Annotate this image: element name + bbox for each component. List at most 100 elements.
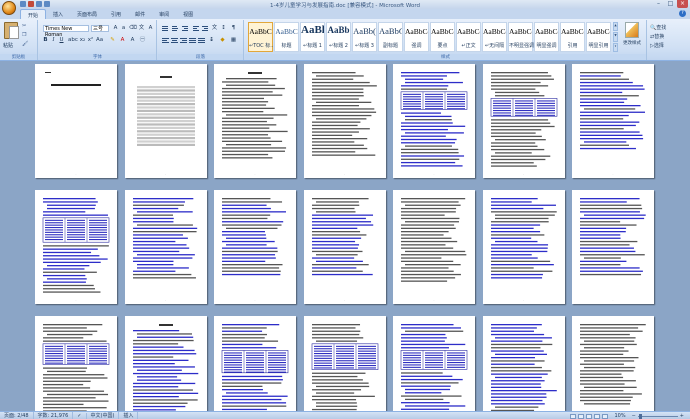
language-indicator[interactable]: 中文(中国) [87, 412, 120, 419]
page-thumbnail[interactable]: · [303, 316, 386, 411]
grow-font-icon[interactable]: A [112, 25, 119, 32]
change-styles-button[interactable]: 更改样式 [621, 40, 643, 46]
align-center-icon[interactable] [170, 37, 178, 44]
style-item[interactable]: AaBbCcD 强调 [404, 22, 429, 52]
insert-mode[interactable]: 插入 [119, 412, 139, 419]
paste-button[interactable]: 粘贴 [3, 42, 13, 49]
bold-button[interactable]: B [42, 37, 49, 44]
page-thumbnail[interactable]: · [124, 190, 207, 304]
style-item[interactable]: AaBbCcD 不明显强调 [508, 22, 534, 52]
style-item[interactable]: AaBb(↵标题 3 [352, 22, 377, 52]
zoom-percent[interactable]: 10% [610, 413, 629, 419]
page-thumbnail[interactable]: · [214, 316, 296, 411]
style-item[interactable]: AaBbCcD ↵正文 [456, 22, 481, 52]
style-item[interactable]: AaBl ↵标题 1 [300, 22, 325, 52]
highlight-icon[interactable]: ✎ [109, 37, 116, 44]
tab-references[interactable]: 引用 [104, 9, 128, 19]
show-marks-icon[interactable]: ¶ [230, 25, 237, 32]
tab-mailings[interactable]: 邮件 [128, 9, 152, 19]
print-layout-view-icon[interactable] [570, 413, 577, 419]
distributed-icon[interactable] [197, 37, 205, 44]
style-item[interactable]: AaBb ↵标题 2 [326, 22, 351, 52]
page-thumbnail[interactable]: · [393, 316, 475, 411]
style-item[interactable]: AaBbCcD 明显强调 [534, 22, 559, 52]
proofing-icon[interactable]: ✓ [73, 412, 87, 419]
enclose-char-icon[interactable]: ㊀ [139, 37, 146, 44]
superscript-button[interactable]: x² [87, 37, 94, 44]
decrease-indent-icon[interactable] [192, 25, 200, 32]
page-thumbnail[interactable]: · [35, 316, 117, 411]
cut-icon[interactable]: ✂ [22, 23, 30, 29]
page-thumbnail[interactable]: · [214, 190, 296, 304]
char-shading-icon[interactable]: A [129, 37, 136, 44]
style-item[interactable]: AaBbCcD 明显引用 [586, 22, 611, 52]
phonetic-guide-icon[interactable]: 文 [138, 25, 145, 32]
outline-view-icon[interactable] [594, 413, 601, 419]
multilevel-list-icon[interactable] [181, 25, 189, 32]
page-thumbnail[interactable]: · [572, 190, 654, 304]
page-thumbnail[interactable]: · [572, 64, 654, 178]
tab-insert[interactable]: 插入 [46, 9, 70, 19]
page-thumbnail[interactable]: · [482, 190, 565, 304]
help-icon[interactable]: ? [679, 10, 686, 17]
tab-page-layout[interactable]: 页面布局 [70, 9, 104, 19]
page-thumbnail[interactable]: · [124, 316, 207, 411]
find-button[interactable]: 🔍查找 [650, 24, 666, 31]
style-item[interactable]: AaBbC 标题 [274, 22, 299, 52]
page-thumbnail[interactable]: · [214, 64, 296, 178]
page-thumbnail[interactable]: · [482, 316, 565, 411]
style-item[interactable]: AaBbCcD 引用 [560, 22, 585, 52]
align-right-icon[interactable] [179, 37, 187, 44]
page-thumbnail[interactable]: · [393, 190, 475, 304]
italic-button[interactable]: I [50, 37, 57, 44]
zoom-slider-knob[interactable] [639, 413, 643, 419]
page-thumbnail[interactable]: · [124, 64, 207, 178]
style-item[interactable]: AaBbC ↵TOC 标... [248, 22, 275, 52]
underline-button[interactable]: U [58, 37, 65, 44]
align-left-icon[interactable] [161, 37, 169, 44]
font-color-icon[interactable]: A [119, 37, 126, 44]
page-thumbnail[interactable]: · [35, 190, 117, 304]
font-name-field[interactable]: Times New Roman [43, 25, 89, 38]
zoom-in-icon[interactable]: + [680, 413, 684, 419]
chinese-layout-icon[interactable]: 文 [211, 25, 218, 32]
justify-icon[interactable] [188, 37, 196, 44]
tab-home[interactable]: 开始 [20, 9, 47, 19]
styles-scroll[interactable]: ▲ ▼ ▾ [613, 22, 618, 52]
replace-button[interactable]: ⇄替换 [650, 33, 664, 40]
page-thumbnail[interactable]: · [482, 64, 565, 178]
word-count[interactable]: 字数: 21,976 [34, 412, 74, 419]
page-thumbnail[interactable]: · [35, 64, 117, 178]
tab-view[interactable]: 视图 [176, 9, 200, 19]
web-view-icon[interactable] [586, 413, 593, 419]
document-area[interactable]: ····················· [0, 61, 690, 411]
copy-icon[interactable]: ❐ [22, 32, 30, 38]
line-spacing-icon[interactable]: ↨ [208, 37, 215, 44]
minimize-button[interactable]: – [653, 0, 664, 8]
styles-more-icon[interactable]: ▾ [613, 42, 618, 52]
draft-view-icon[interactable] [602, 413, 609, 419]
bullets-icon[interactable] [161, 25, 169, 32]
char-border-icon[interactable]: A [147, 25, 154, 32]
close-button[interactable]: × [677, 0, 688, 8]
page-thumbnail[interactable]: · [303, 64, 386, 178]
increase-indent-icon[interactable] [201, 25, 209, 32]
maximize-button[interactable]: □ [665, 0, 676, 8]
fullscreen-view-icon[interactable] [578, 413, 585, 419]
subscript-button[interactable]: x₂ [79, 37, 86, 44]
styles-down-icon[interactable]: ▼ [613, 32, 618, 42]
change-styles-icon[interactable] [625, 22, 639, 38]
style-item[interactable]: AaBbCcD ↵无间隔 [482, 22, 507, 52]
page-indicator[interactable]: 页面: 2/48 [0, 412, 34, 419]
style-item[interactable]: AaBbC 副标题 [378, 22, 403, 52]
paste-icon[interactable] [4, 22, 19, 39]
zoom-slider[interactable] [637, 413, 678, 419]
page-thumbnail[interactable]: · [572, 316, 654, 411]
zoom-out-icon[interactable]: − [632, 413, 636, 419]
page-thumbnail[interactable]: · [393, 64, 475, 178]
numbering-icon[interactable] [171, 25, 179, 32]
office-button[interactable] [2, 1, 16, 15]
font-size-field[interactable]: 三号 [91, 25, 109, 32]
clear-format-icon[interactable]: ⌫ [129, 25, 137, 32]
styles-up-icon[interactable]: ▲ [613, 22, 618, 32]
